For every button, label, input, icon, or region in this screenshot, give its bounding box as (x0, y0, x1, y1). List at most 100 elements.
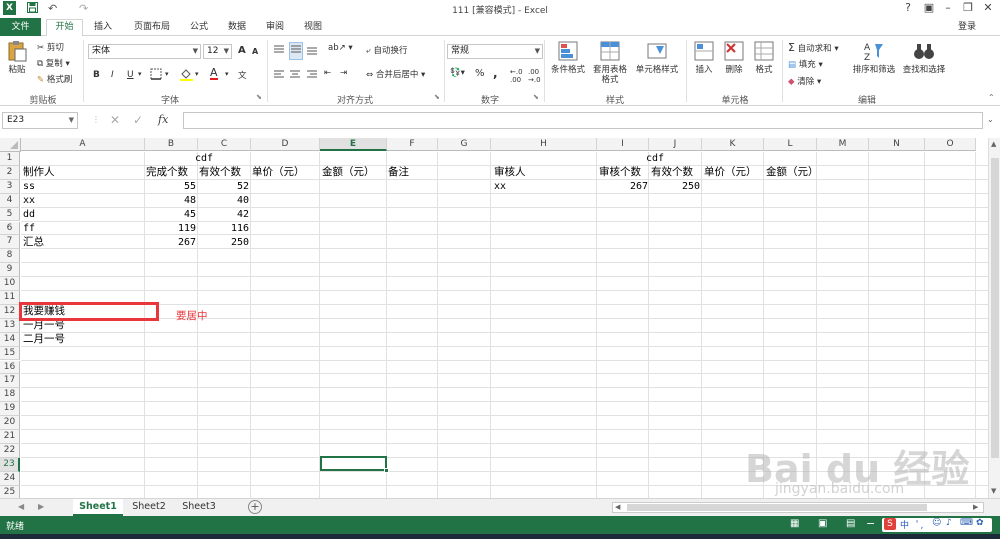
tab-home[interactable]: 开始 (46, 19, 83, 37)
paste-button[interactable]: 粘贴 (5, 40, 29, 75)
cell-styles-button[interactable]: 单元格样式 (632, 40, 682, 75)
row-header-23[interactable]: 23 (0, 457, 20, 472)
row-header-14[interactable]: 14 (0, 332, 20, 347)
column-header-h[interactable]: H (491, 138, 597, 151)
fill-dropdown-icon[interactable]: ▾ (195, 70, 199, 78)
scroll-left-icon[interactable]: ◀ (615, 503, 620, 511)
grow-font-button[interactable]: A (238, 45, 246, 56)
clear-button[interactable]: ◆ 清除 ▾ (788, 75, 821, 87)
scroll-up-icon[interactable]: ▲ (991, 140, 996, 148)
ime-voice-icon[interactable]: ♪ (946, 518, 952, 528)
number-format-select[interactable]: 常规 ▼ (447, 44, 543, 59)
row-header-16[interactable]: 16 (0, 360, 20, 375)
percent-button[interactable]: % (475, 68, 485, 79)
copy-button[interactable]: ⧉ 复制 ▾ (37, 57, 70, 69)
scroll-thumb[interactable] (991, 158, 999, 458)
cell-c4[interactable]: 40 (199, 194, 249, 207)
cell-c7[interactable]: 250 (199, 236, 249, 249)
row-header-3[interactable]: 3 (0, 179, 20, 194)
row-header-19[interactable]: 19 (0, 402, 20, 417)
cell-i1-title[interactable]: cdf (646, 152, 664, 165)
header-amount[interactable]: 金额（元） (322, 166, 375, 179)
collapse-ribbon-icon[interactable]: ⌃ (988, 93, 995, 102)
row-header-21[interactable]: 21 (0, 430, 20, 444)
cancel-icon[interactable]: ✕ (110, 113, 120, 127)
column-header-l[interactable]: L (764, 138, 817, 151)
header-valid[interactable]: 有效个数 (199, 166, 241, 179)
horizontal-scrollbar[interactable]: ◀ ▶ (612, 502, 984, 513)
dialog-launcher-icon[interactable]: ⬊ (434, 93, 440, 101)
expand-formula-icon[interactable]: ⌄ (987, 115, 994, 124)
column-header-k[interactable]: K (702, 138, 764, 151)
accounting-format-icon[interactable]: 💱▾ (450, 68, 465, 78)
cell-a7[interactable]: 汇总 (23, 236, 44, 249)
phonetic-icon[interactable]: 文 (238, 69, 247, 81)
column-header-g[interactable]: G (438, 138, 491, 151)
ime-punct-icon[interactable]: ﾟ, (916, 518, 923, 531)
row-header-9[interactable]: 9 (0, 263, 20, 278)
cell-a6[interactable]: ff (23, 222, 35, 235)
row-header-22[interactable]: 22 (0, 443, 20, 458)
row-header-5[interactable]: 5 (0, 207, 20, 222)
column-header-m[interactable]: M (817, 138, 869, 151)
dialog-launcher-icon[interactable]: ⬊ (256, 93, 262, 101)
row-header-17[interactable]: 17 (0, 374, 20, 389)
cell-j3[interactable]: 250 (650, 180, 700, 193)
column-header-j[interactable]: J (649, 138, 702, 151)
scroll-thumb-horizontal[interactable] (627, 504, 927, 511)
header-completed[interactable]: 完成个数 (146, 166, 188, 179)
increase-indent-icon[interactable]: ⇥ (340, 68, 347, 78)
decrease-indent-icon[interactable]: ⇤ (324, 68, 331, 78)
ime-emoji-icon[interactable]: ☺ (932, 518, 941, 528)
sheet-tab-3[interactable]: Sheet3 (176, 499, 222, 516)
column-header-d[interactable]: D (251, 138, 320, 151)
column-header-c[interactable]: C (198, 138, 251, 151)
conditional-format-button[interactable]: 条件格式 (548, 40, 588, 75)
selected-cell[interactable] (320, 456, 389, 473)
row-header-13[interactable]: 13 (0, 318, 20, 333)
login-link[interactable]: 登录 (952, 20, 982, 35)
font-color-dropdown-icon[interactable]: ▾ (225, 70, 229, 78)
border-dropdown-icon[interactable]: ▾ (165, 70, 169, 78)
header-remark[interactable]: 备注 (388, 166, 409, 179)
header-reviewed[interactable]: 审核个数 (599, 166, 641, 179)
row-header-25[interactable]: 25 (0, 485, 20, 498)
italic-button[interactable]: I (111, 70, 114, 80)
cell-b1-c1-title[interactable]: cdf (195, 152, 213, 165)
zoom-out-button[interactable]: − (866, 517, 875, 530)
sort-filter-button[interactable]: AZ 排序和筛选 (850, 40, 898, 75)
merge-center-button[interactable]: ⇔ 合并后居中 ▾ (366, 68, 425, 80)
scroll-down-icon[interactable]: ▼ (991, 487, 996, 495)
tab-formulas[interactable]: 公式 (184, 20, 214, 35)
header-unit-price-right[interactable]: 单价（元） (704, 166, 757, 179)
row-header-24[interactable]: 24 (0, 471, 20, 486)
autosum-button[interactable]: Σ 自动求和 ▾ (788, 41, 839, 54)
underline-dropdown-icon[interactable]: ▾ (138, 70, 142, 78)
column-header-n[interactable]: N (869, 138, 925, 151)
cell-a3[interactable]: ss (23, 180, 35, 193)
column-header-f[interactable]: F (387, 138, 438, 151)
page-break-view-icon[interactable]: ▤ (846, 518, 855, 529)
cell-b6[interactable]: 119 (146, 222, 196, 235)
ime-settings-icon[interactable]: ✿ (976, 518, 984, 528)
font-color-button[interactable]: A (210, 67, 218, 80)
fill-handle[interactable] (384, 468, 389, 473)
cell-h3[interactable]: xx (494, 180, 506, 193)
format-painter-button[interactable]: ✎ 格式刷 (37, 73, 72, 85)
vertical-scrollbar[interactable]: ▲ ▼ (988, 138, 1000, 498)
cell-b4[interactable]: 48 (146, 194, 196, 207)
header-valid-right[interactable]: 有效个数 (651, 166, 693, 179)
name-box[interactable]: E23 ▼ (2, 112, 78, 129)
font-size-select[interactable]: 12 ▼ (203, 44, 232, 59)
ime-mode-icon[interactable]: 中 (900, 518, 909, 531)
close-button[interactable]: ✕ (978, 1, 998, 14)
dialog-launcher-icon[interactable]: ⬊ (533, 93, 539, 101)
ribbon-display-button[interactable]: ▣ (919, 1, 939, 14)
bold-button[interactable]: B (93, 70, 100, 80)
normal-view-icon[interactable]: ▦ (790, 518, 799, 529)
cell-i3[interactable]: 267 (598, 180, 648, 193)
row-header-10[interactable]: 10 (0, 277, 20, 291)
tab-page-layout[interactable]: 页面布局 (126, 20, 178, 35)
insert-cells-button[interactable]: 插入 (690, 40, 718, 75)
font-name-select[interactable]: 宋体 ▼ (88, 44, 201, 59)
